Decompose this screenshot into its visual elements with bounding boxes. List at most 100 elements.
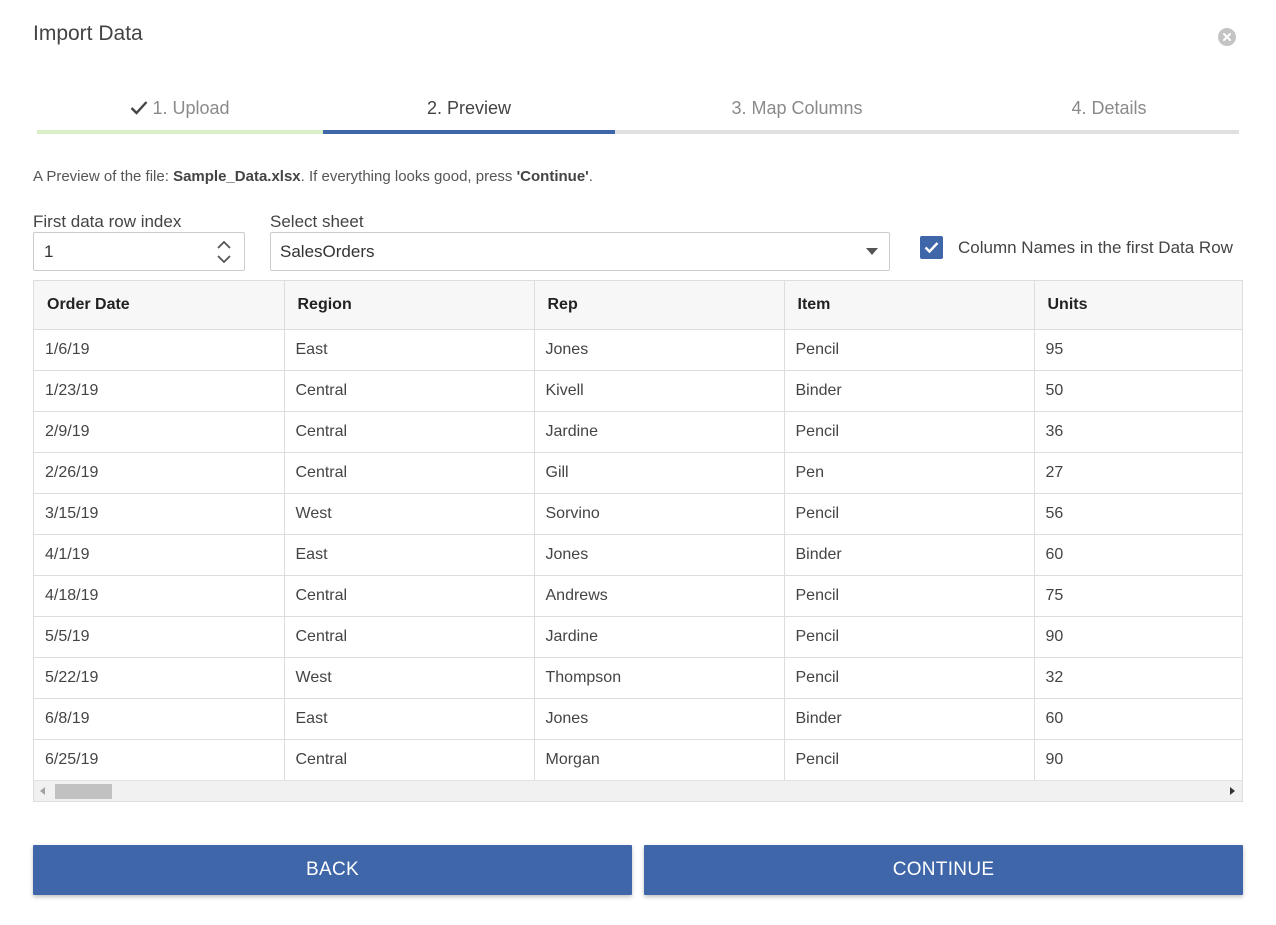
step-label: 3. Map Columns [731, 98, 863, 118]
step-map-columns[interactable]: 3. Map Columns [615, 88, 979, 134]
table-cell: Binder [784, 698, 1035, 740]
first-row-value[interactable]: 1 [44, 242, 53, 262]
column-names-label[interactable]: Column Names in the first Data Row [958, 238, 1233, 258]
table-cell: Kivell [534, 370, 785, 412]
desc-suffix: . [588, 168, 593, 185]
table-cell: Jones [534, 698, 785, 740]
table-row: 4/18/19 Central Andrews Pencil 75 [34, 575, 1242, 617]
table-cell: Pen [784, 452, 1035, 494]
scrollbar-thumb[interactable] [55, 784, 112, 799]
table-cell: 95 [1034, 329, 1242, 371]
wizard-steps: 1. Upload 2. Preview 3. Map Columns 4. D… [37, 88, 1239, 134]
table-row: 2/9/19 Central Jardine Pencil 36 [34, 411, 1242, 453]
table-cell: Pencil [784, 329, 1035, 371]
table-cell: 4/1/19 [34, 534, 285, 576]
table-row: 6/25/19 Central Morgan Pencil 90 [34, 739, 1242, 780]
table-cell: Thompson [534, 657, 785, 699]
desc-continue-ref: 'Continue' [516, 168, 589, 185]
horizontal-scrollbar[interactable] [34, 780, 1242, 801]
table-cell: Jardine [534, 411, 785, 453]
table-row: 5/22/19 West Thompson Pencil 32 [34, 657, 1242, 699]
back-button[interactable]: BACK [33, 845, 632, 895]
scroll-left-icon[interactable] [40, 787, 45, 795]
table-cell: Pencil [784, 616, 1035, 658]
table-cell: Andrews [534, 575, 785, 617]
sheet-select-value: SalesOrders [280, 242, 375, 261]
table-cell: Central [284, 411, 535, 453]
dialog-title: Import Data [33, 22, 143, 45]
column-header[interactable]: Item [784, 281, 1035, 330]
step-details[interactable]: 4. Details [979, 88, 1239, 134]
table-cell: Morgan [534, 739, 785, 780]
table-row: 3/15/19 West Sorvino Pencil 56 [34, 493, 1242, 535]
sheet-select[interactable]: SalesOrders [270, 232, 890, 271]
table-cell: Central [284, 616, 535, 658]
close-button[interactable] [1218, 28, 1236, 46]
table-cell: 60 [1034, 534, 1242, 576]
step-label: 4. Details [1071, 98, 1147, 118]
table-row: 5/5/19 Central Jardine Pencil 90 [34, 616, 1242, 658]
table-cell: West [284, 657, 535, 699]
table-cell: 75 [1034, 575, 1242, 617]
table-cell: East [284, 534, 535, 576]
table-cell: 6/8/19 [34, 698, 285, 740]
table-row: 6/8/19 East Jones Binder 60 [34, 698, 1242, 740]
table-cell: 27 [1034, 452, 1242, 494]
step-progress-bar [323, 130, 615, 134]
table-cell: 5/22/19 [34, 657, 285, 699]
step-preview[interactable]: 2. Preview [323, 88, 615, 134]
preview-description: A Preview of the file: Sample_Data.xlsx.… [33, 168, 593, 185]
table-cell: Binder [784, 534, 1035, 576]
column-header[interactable]: Units [1034, 281, 1242, 330]
preview-grid: Order Date Region Rep Item Units 1/6/19 E… [33, 280, 1243, 802]
table-cell: Central [284, 739, 535, 780]
table-cell: 5/5/19 [34, 616, 285, 658]
table-cell: 60 [1034, 698, 1242, 740]
column-header[interactable]: Rep [534, 281, 785, 330]
table-cell: 3/15/19 [34, 493, 285, 535]
step-upload[interactable]: 1. Upload [37, 88, 323, 134]
table-cell: Jones [534, 329, 785, 371]
table-cell: 6/25/19 [34, 739, 285, 780]
table-cell: 32 [1034, 657, 1242, 699]
select-sheet-label: Select sheet [270, 212, 364, 231]
scroll-right-icon[interactable] [1230, 787, 1235, 795]
chevron-up-icon[interactable] [216, 239, 232, 251]
column-header[interactable]: Region [284, 281, 535, 330]
table-cell: 56 [1034, 493, 1242, 535]
first-row-stepper[interactable]: 1 [33, 232, 245, 271]
continue-button[interactable]: CONTINUE [644, 845, 1243, 895]
step-label: 2. Preview [426, 98, 512, 118]
table-cell: 1/6/19 [34, 329, 285, 371]
close-icon [1223, 33, 1231, 41]
column-header[interactable]: Order Date [34, 281, 285, 330]
dropdown-caret-icon[interactable] [866, 248, 878, 255]
table-cell: 50 [1034, 370, 1242, 412]
table-cell: Sorvino [534, 493, 785, 535]
table-row: 1/23/19 Central Kivell Binder 50 [34, 370, 1242, 412]
table-cell: East [284, 698, 535, 740]
table-cell: 90 [1034, 739, 1242, 780]
table-cell: 2/26/19 [34, 452, 285, 494]
table-cell: 2/9/19 [34, 411, 285, 453]
table-row: 1/6/19 East Jones Pencil 95 [34, 329, 1242, 371]
table-cell: 36 [1034, 411, 1242, 453]
table-cell: Pencil [784, 657, 1035, 699]
table-cell: Gill [534, 452, 785, 494]
table-cell: Pencil [784, 411, 1035, 453]
table-cell: Central [284, 370, 535, 412]
chevron-down-icon[interactable] [216, 253, 232, 265]
step-progress-bar [37, 130, 323, 134]
desc-middle: . If everything looks good, press [300, 168, 517, 185]
table-cell: Central [284, 575, 535, 617]
desc-prefix: A Preview of the file: [33, 168, 174, 185]
step-label: 1. Upload [152, 98, 230, 118]
table-cell: Jardine [534, 616, 785, 658]
table-cell: Pencil [784, 575, 1035, 617]
column-names-checkbox[interactable] [920, 236, 943, 259]
table-cell: 4/18/19 [34, 575, 285, 617]
table-cell: West [284, 493, 535, 535]
header-row: Order Date Region Rep Item Units [34, 281, 1242, 330]
table-cell: Binder [784, 370, 1035, 412]
table-row: 4/1/19 East Jones Binder 60 [34, 534, 1242, 576]
